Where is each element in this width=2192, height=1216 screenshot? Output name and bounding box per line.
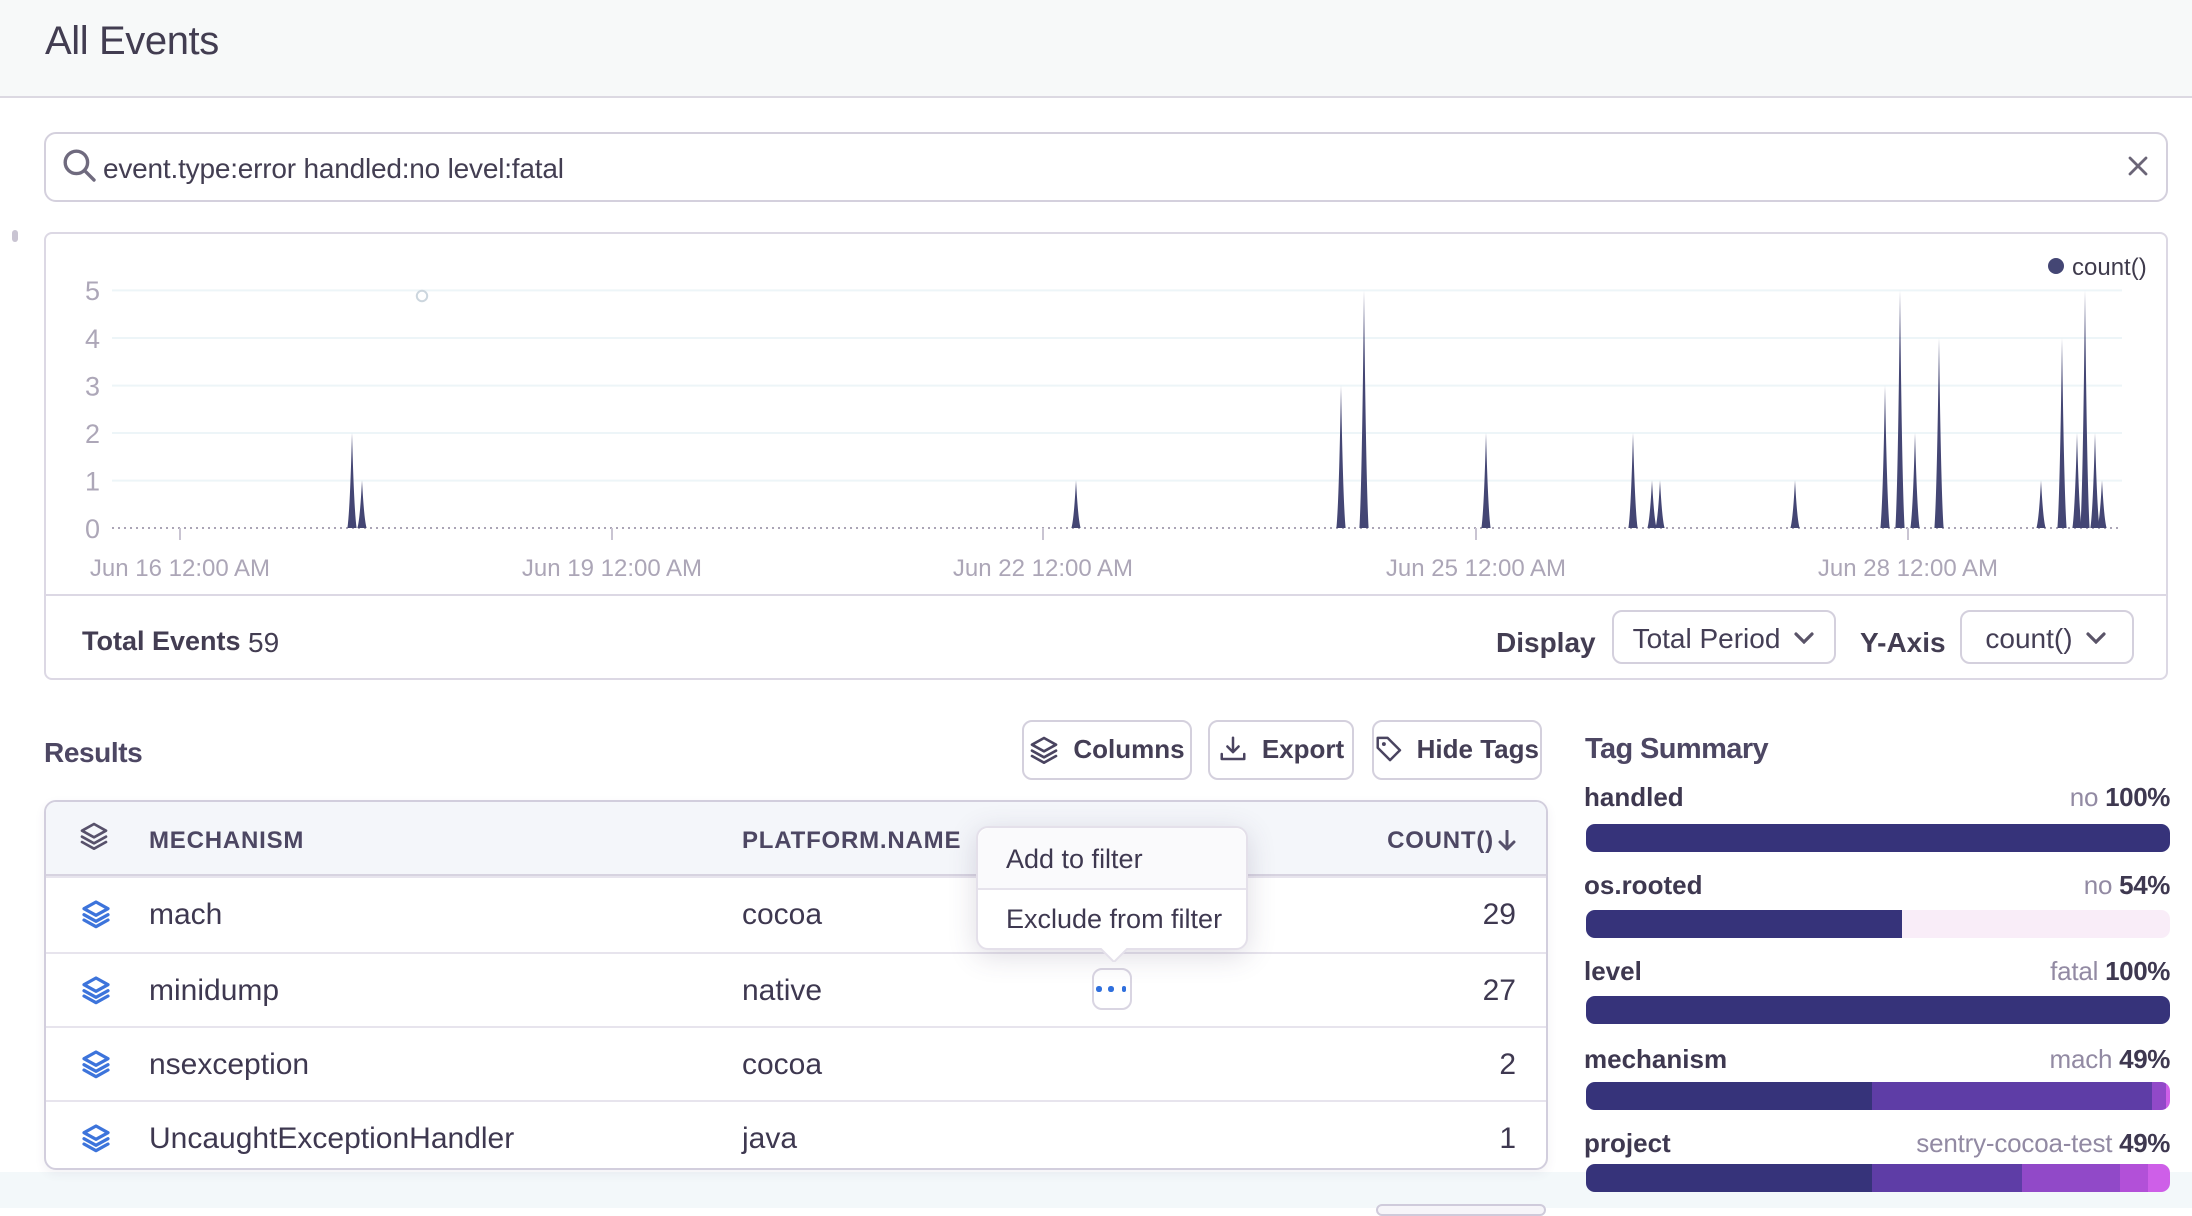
svg-text:Jun 28 12:00 AM: Jun 28 12:00 AM [1818, 554, 1998, 581]
svg-text:3: 3 [85, 371, 100, 401]
svg-text:count(): count() [2072, 253, 2147, 280]
svg-text:Jun 22 12:00 AM: Jun 22 12:00 AM [953, 554, 1133, 581]
svg-text:Jun 16 12:00 AM: Jun 16 12:00 AM [90, 554, 270, 581]
svg-text:Jun 25 12:00 AM: Jun 25 12:00 AM [1386, 554, 1566, 581]
svg-text:4: 4 [85, 323, 100, 353]
svg-text:0: 0 [85, 513, 100, 543]
svg-text:5: 5 [85, 275, 100, 305]
svg-text:2: 2 [85, 418, 100, 448]
svg-text:Jun 19 12:00 AM: Jun 19 12:00 AM [522, 554, 702, 581]
svg-text:1: 1 [85, 466, 100, 496]
